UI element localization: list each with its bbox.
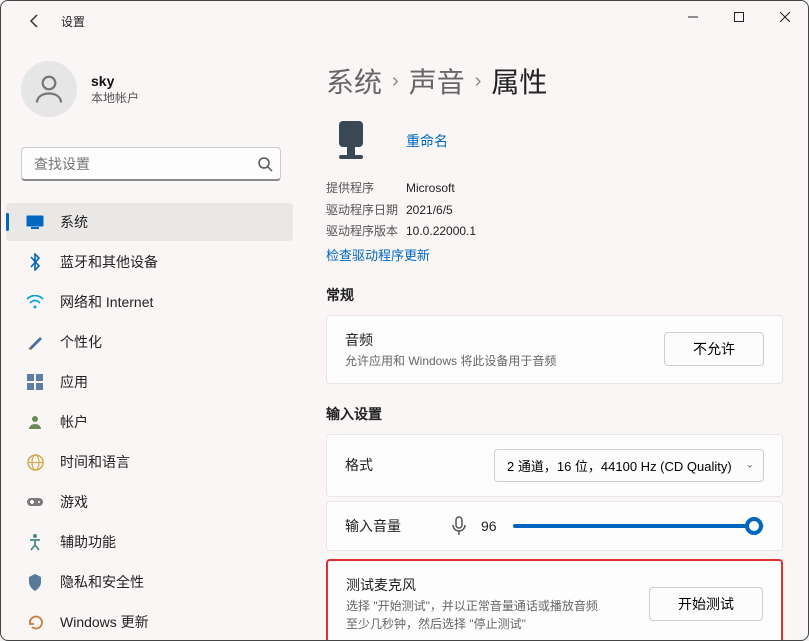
gamepad-icon — [26, 493, 44, 511]
deny-button[interactable]: 不允许 — [664, 332, 764, 366]
globe-icon — [26, 453, 44, 471]
driver-version-value: 10.0.22000.1 — [406, 221, 476, 243]
maximize-button[interactable] — [716, 1, 762, 33]
nav-network[interactable]: 网络和 Internet — [6, 283, 293, 321]
update-icon — [26, 613, 44, 631]
nav-accounts[interactable]: 帐户 — [6, 403, 293, 441]
nav-label: 辅助功能 — [60, 532, 116, 552]
provider-label: 提供程序 — [326, 178, 406, 200]
format-select[interactable]: 2 通道，16 位，44100 Hz (CD Quality) — [494, 449, 764, 482]
nav-label: 游戏 — [60, 492, 88, 512]
nav-label: 应用 — [60, 372, 88, 392]
nav-label: 个性化 — [60, 332, 102, 352]
system-icon — [26, 213, 44, 231]
nav-accessibility[interactable]: 辅助功能 — [6, 523, 293, 561]
nav-label: Windows 更新 — [60, 612, 149, 632]
chevron-right-icon: › — [475, 70, 482, 93]
nav-system[interactable]: 系统 — [6, 203, 293, 241]
avatar — [21, 61, 77, 117]
nav-apps[interactable]: 应用 — [6, 363, 293, 401]
apps-icon — [26, 373, 44, 391]
audio-card: 音频 允许应用和 Windows 将此设备用于音频 不允许 — [326, 315, 783, 384]
volume-label: 输入音量 — [345, 516, 445, 536]
profile[interactable]: sky 本地帐户 — [1, 51, 301, 127]
driver-date-label: 驱动程序日期 — [326, 200, 406, 222]
wifi-icon — [26, 293, 44, 311]
nav-personalization[interactable]: 个性化 — [6, 323, 293, 361]
nav-update[interactable]: Windows 更新 — [6, 603, 293, 640]
format-label: 格式 — [345, 455, 494, 475]
back-button[interactable] — [19, 5, 51, 37]
volume-value: 96 — [481, 518, 501, 534]
user-icon — [26, 413, 44, 431]
chevron-right-icon: › — [392, 70, 399, 93]
crumb-properties: 属性 — [491, 61, 547, 101]
close-button[interactable] — [762, 1, 808, 33]
chevron-down-icon: ⌄ — [746, 460, 754, 471]
nav-bluetooth[interactable]: 蓝牙和其他设备 — [6, 243, 293, 281]
nav-gaming[interactable]: 游戏 — [6, 483, 293, 521]
nav-label: 隐私和安全性 — [60, 572, 144, 592]
device-icon — [326, 116, 376, 166]
nav-time[interactable]: 时间和语言 — [6, 443, 293, 481]
start-test-button[interactable]: 开始测试 — [649, 587, 763, 621]
brush-icon — [26, 333, 44, 351]
breadcrumb: 系统 › 声音 › 属性 — [326, 61, 783, 101]
nav-label: 系统 — [60, 212, 88, 232]
nav-label: 网络和 Internet — [60, 292, 153, 312]
nav-privacy[interactable]: 隐私和安全性 — [6, 563, 293, 601]
nav-label: 帐户 — [60, 412, 88, 432]
section-input: 输入设置 — [326, 404, 783, 424]
provider-value: Microsoft — [406, 178, 455, 200]
search-input[interactable] — [21, 147, 281, 181]
minimize-button[interactable] — [670, 1, 716, 33]
bluetooth-icon — [26, 253, 44, 271]
volume-slider[interactable] — [513, 516, 764, 536]
profile-subtitle: 本地帐户 — [91, 89, 139, 106]
shield-icon — [26, 573, 44, 591]
crumb-sound[interactable]: 声音 — [409, 61, 465, 101]
crumb-system[interactable]: 系统 — [326, 61, 382, 101]
test-title: 测试麦克风 — [346, 575, 649, 595]
audio-label: 音频 — [345, 330, 664, 350]
rename-link[interactable]: 重命名 — [406, 131, 448, 151]
test-desc: 选择 "开始测试"，并以正常音量通话或播放音频至少几秒钟，然后选择 "停止测试" — [346, 597, 606, 633]
test-microphone-card: 测试麦克风 选择 "开始测试"，并以正常音量通话或播放音频至少几秒钟，然后选择 … — [326, 559, 783, 640]
window-title: 设置 — [61, 13, 85, 30]
driver-date-value: 2021/6/5 — [406, 200, 453, 222]
volume-card: 输入音量 96 — [326, 501, 783, 551]
driver-version-label: 驱动程序版本 — [326, 221, 406, 243]
nav-label: 蓝牙和其他设备 — [60, 252, 158, 272]
check-driver-updates-link[interactable]: 检查驱动程序更新 — [326, 245, 430, 264]
microphone-icon — [451, 516, 467, 536]
accessibility-icon — [26, 533, 44, 551]
section-general: 常规 — [326, 285, 783, 305]
search-icon — [257, 156, 273, 172]
nav-label: 时间和语言 — [60, 452, 130, 472]
audio-desc: 允许应用和 Windows 将此设备用于音频 — [345, 352, 664, 369]
format-card: 格式 2 通道，16 位，44100 Hz (CD Quality) ⌄ — [326, 434, 783, 497]
profile-name: sky — [91, 73, 139, 89]
